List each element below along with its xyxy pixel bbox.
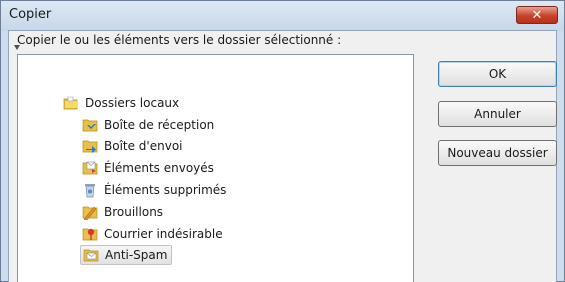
close-icon: ✕: [531, 7, 543, 23]
drafts-icon: [82, 206, 98, 220]
tree-item-drafts[interactable]: Brouillons: [82, 202, 163, 222]
expand-collapse-icon[interactable]: [14, 45, 20, 50]
tree-item-sent-items[interactable]: Éléments envoyés: [82, 158, 214, 178]
tree-item-deleted-items[interactable]: Éléments supprimés: [82, 180, 226, 200]
window-title: Copier: [9, 7, 52, 22]
instruction-label: Copier le ou les éléments vers le dossie…: [17, 33, 342, 47]
tree-item-anti-spam[interactable]: Anti-Spam: [80, 245, 173, 265]
junk-mail-icon: [82, 228, 98, 241]
folder-tree[interactable]: [17, 54, 414, 282]
ok-button[interactable]: OK: [438, 61, 557, 87]
tree-item-label: Éléments supprimés: [104, 183, 227, 197]
outbox-icon: [82, 140, 98, 153]
tree-item-label: Boîte d'envoi: [104, 139, 183, 153]
inbox-icon: [82, 119, 98, 132]
tree-item-label: Courrier indésirable: [104, 227, 223, 241]
close-button[interactable]: ✕: [516, 6, 558, 24]
tree-item-junk-mail[interactable]: Courrier indésirable: [82, 224, 223, 244]
tree-item-label: Brouillons: [104, 205, 164, 219]
deleted-items-icon: [85, 184, 95, 198]
sent-items-icon: [82, 161, 98, 175]
tree-root-label: Dossiers locaux: [85, 96, 180, 110]
tree-item-label: Boîte de réception: [104, 118, 215, 132]
tree-item-label: Anti-Spam: [105, 248, 168, 262]
tree-item-inbox[interactable]: Boîte de réception: [82, 115, 214, 135]
cancel-button[interactable]: Annuler: [438, 101, 557, 127]
tree-item-label: Éléments envoyés: [104, 161, 214, 175]
tree-item-outbox[interactable]: Boîte d'envoi: [82, 136, 183, 156]
new-folder-button[interactable]: Nouveau dossier: [438, 140, 557, 166]
tree-root-local-folders[interactable]: Dossiers locaux: [63, 93, 179, 113]
local-folders-icon: [63, 96, 78, 110]
title-bar[interactable]: Copier ✕: [1, 1, 564, 31]
folder-icon: [83, 249, 99, 262]
